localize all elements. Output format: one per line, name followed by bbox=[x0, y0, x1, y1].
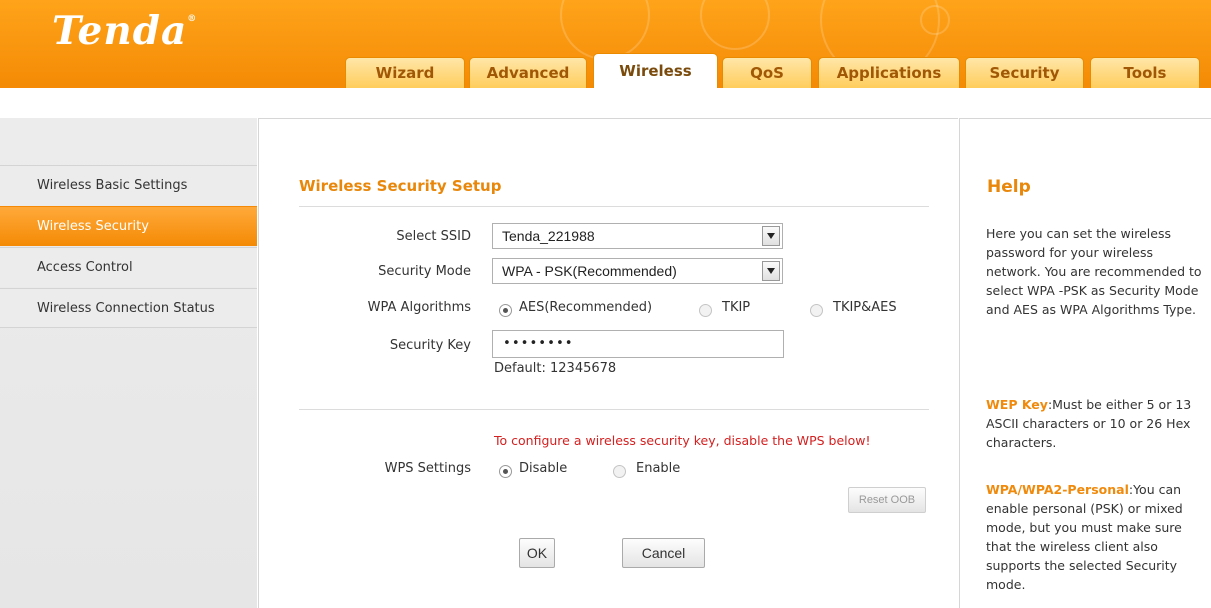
tab-tools[interactable]: Tools bbox=[1090, 57, 1200, 88]
logo-text: Tenda bbox=[52, 8, 188, 54]
tab-label: Applications bbox=[836, 64, 942, 82]
page-title: Wireless Security Setup bbox=[299, 177, 502, 195]
help-wpa-desc: :You can enable personal (PSK) or mixed … bbox=[986, 482, 1183, 592]
tab-wizard[interactable]: Wizard bbox=[345, 57, 465, 88]
tab-wireless[interactable]: Wireless bbox=[593, 53, 718, 88]
help-title: Help bbox=[987, 177, 1031, 197]
divider bbox=[299, 206, 929, 207]
tab-label: QoS bbox=[750, 64, 784, 82]
tab-label: Wireless bbox=[619, 62, 692, 80]
radio-aes-label: AES(Recommended) bbox=[519, 300, 653, 315]
wpa-algorithms-label: WPA Algorithms bbox=[367, 300, 471, 315]
help-wep-key-text: WEP Key:Must be either 5 or 13 ASCII cha… bbox=[986, 395, 1206, 452]
sidebar-item-label: Wireless Basic Settings bbox=[37, 178, 188, 193]
help-intro-text: Here you can set the wireless password f… bbox=[986, 226, 1202, 317]
help-wpa-term: WPA/WPA2-Personal bbox=[986, 482, 1129, 497]
divider bbox=[299, 409, 929, 410]
radio-tkip-label: TKIP bbox=[722, 300, 751, 315]
header-decoration bbox=[920, 5, 950, 35]
chevron-down-icon[interactable] bbox=[762, 226, 780, 246]
sidebar: Wireless Basic Settings Wireless Securit… bbox=[0, 118, 257, 608]
ssid-select[interactable]: Tenda_221988 bbox=[492, 223, 783, 249]
security-key-label: Security Key bbox=[389, 338, 471, 353]
help-wep-key-term: WEP Key bbox=[986, 397, 1048, 412]
cancel-button[interactable]: Cancel bbox=[622, 538, 705, 568]
logo-registered-mark: ® bbox=[187, 14, 198, 24]
tab-qos[interactable]: QoS bbox=[722, 57, 812, 88]
router-admin-page: Tenda® Wizard Advanced Wireless QoS Appl… bbox=[0, 0, 1211, 608]
tenda-logo: Tenda® bbox=[52, 8, 197, 54]
tab-label: Tools bbox=[1123, 64, 1167, 82]
sidebar-item-access-control[interactable]: Access Control bbox=[0, 247, 257, 287]
wps-warning-text: To configure a wireless security key, di… bbox=[494, 433, 871, 448]
sidebar-item-wireless-basic-settings[interactable]: Wireless Basic Settings bbox=[0, 165, 257, 205]
radio-tkip[interactable] bbox=[699, 304, 712, 317]
security-mode-label: Security Mode bbox=[378, 264, 471, 279]
radio-wps-disable[interactable] bbox=[499, 465, 512, 478]
security-mode-select-value: WPA - PSK(Recommended) bbox=[502, 263, 677, 279]
sidebar-item-label: Wireless Security bbox=[37, 219, 149, 234]
sidebar-item-label: Wireless Connection Status bbox=[37, 300, 215, 316]
wps-settings-label: WPS Settings bbox=[384, 461, 471, 476]
security-key-default-note: Default: 12345678 bbox=[494, 361, 617, 376]
help-panel: Help Here you can set the wireless passw… bbox=[959, 118, 1211, 608]
help-wpa-personal-text: WPA/WPA2-Personal:You can enable persona… bbox=[986, 480, 1206, 594]
sidebar-item-wireless-connection-status[interactable]: Wireless Connection Status bbox=[0, 288, 257, 328]
ssid-label: Select SSID bbox=[396, 229, 471, 244]
radio-tkip-aes-label: TKIP&AES bbox=[833, 300, 897, 315]
radio-wps-enable-label: Enable bbox=[636, 461, 681, 476]
header-decoration bbox=[700, 0, 770, 50]
sidebar-item-label: Access Control bbox=[37, 260, 133, 275]
ok-button[interactable]: OK bbox=[519, 538, 555, 568]
radio-wps-disable-label: Disable bbox=[519, 461, 568, 476]
main-panel: Wireless Security Setup Select SSID Tend… bbox=[258, 118, 958, 608]
tab-label: Wizard bbox=[375, 64, 435, 82]
radio-wps-enable[interactable] bbox=[613, 465, 626, 478]
header-decoration bbox=[560, 0, 650, 60]
chevron-down-icon[interactable] bbox=[762, 261, 780, 281]
sidebar-item-wireless-security[interactable]: Wireless Security bbox=[0, 206, 257, 246]
tab-security[interactable]: Security bbox=[965, 57, 1084, 88]
reset-oob-button[interactable]: Reset OOB bbox=[848, 487, 926, 513]
radio-tkip-aes[interactable] bbox=[810, 304, 823, 317]
security-key-input[interactable]: •••••••• bbox=[492, 330, 784, 358]
radio-aes[interactable] bbox=[499, 304, 512, 317]
tab-label: Advanced bbox=[486, 64, 570, 82]
header-bar: Tenda® Wizard Advanced Wireless QoS Appl… bbox=[0, 0, 1211, 88]
security-mode-select[interactable]: WPA - PSK(Recommended) bbox=[492, 258, 783, 284]
tab-applications[interactable]: Applications bbox=[818, 57, 960, 88]
tab-advanced[interactable]: Advanced bbox=[469, 57, 587, 88]
ssid-select-value: Tenda_221988 bbox=[502, 228, 595, 244]
tab-label: Security bbox=[989, 64, 1060, 82]
